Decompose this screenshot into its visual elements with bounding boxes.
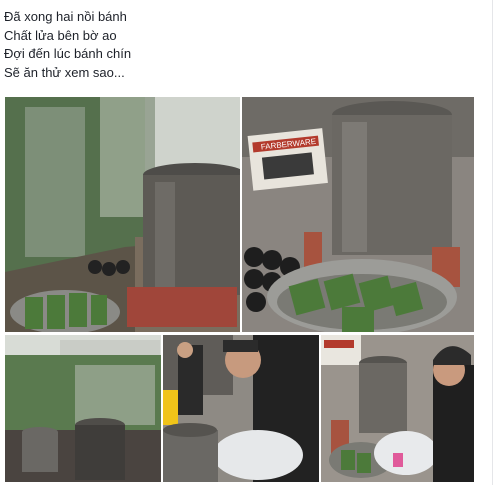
photo-lake-view-image	[5, 335, 161, 482]
photo-pot-by-lake-image	[5, 97, 240, 332]
photo-man-washing-image	[163, 335, 319, 482]
caption-line-4: Sẽ ăn thử xem sao...	[4, 64, 125, 80]
caption-line-1: Đã xong hai nồi bánh	[4, 9, 127, 24]
photo-boy-washing[interactable]	[321, 335, 474, 482]
caption-line-2: Chất lửa bên bờ ao	[4, 27, 117, 43]
photo-pot-by-lake[interactable]	[5, 97, 240, 332]
photo-pot-and-boxes-image: FARBERWARE	[242, 97, 474, 332]
facebook-post: Đã xong hai nồi bánh Chất lửa bên bờ ao …	[0, 0, 493, 485]
caption-line-3: Đợi đến lúc bánh chín	[4, 46, 132, 61]
photo-pot-and-boxes[interactable]: FARBERWARE	[242, 97, 474, 332]
post-caption: Đã xong hai nồi bánh Chất lửa bên bờ ao …	[4, 8, 131, 82]
photo-man-washing[interactable]	[163, 335, 319, 482]
photo-boy-washing-image	[321, 335, 474, 482]
photo-lake-view[interactable]	[5, 335, 161, 482]
